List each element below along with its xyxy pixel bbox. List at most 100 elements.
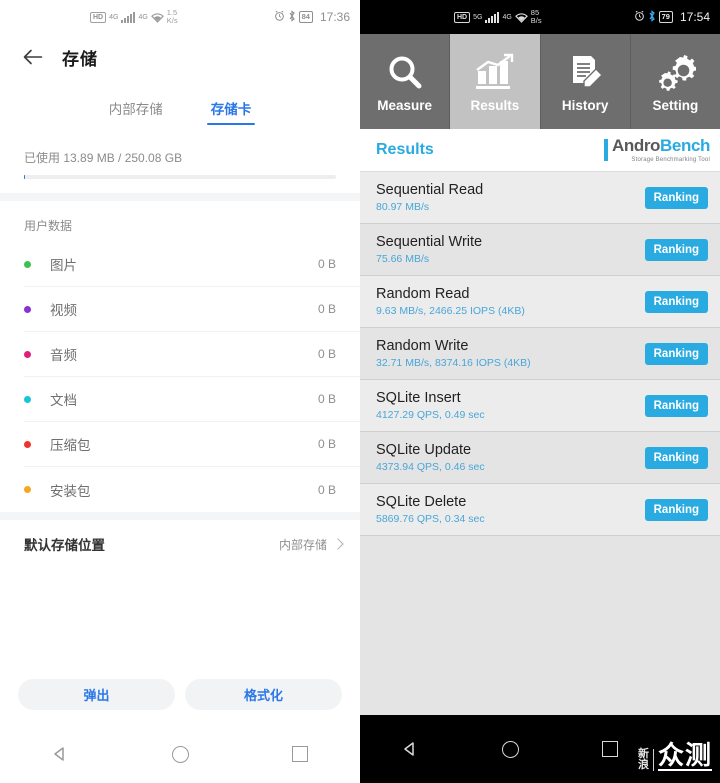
list-item[interactable]: 文档 0 B: [24, 377, 360, 422]
ranking-button[interactable]: Ranking: [644, 238, 708, 261]
result-name: Random Write: [376, 338, 469, 354]
storage-usage-text: 已使用 13.89 MB / 250.08 GB: [24, 151, 183, 165]
benchmark-results-list: Sequential Read 80.97 MB/s Ranking Seque…: [360, 172, 720, 536]
category-color-dot: [24, 260, 31, 268]
home-circle-icon[interactable]: [489, 728, 531, 770]
format-button[interactable]: 格式化: [185, 679, 342, 710]
tab-label: History: [561, 98, 609, 113]
list-item-value: 0 B: [317, 482, 336, 497]
back-arrow-icon[interactable]: [22, 46, 44, 68]
tab-label: Setting: [652, 98, 699, 113]
watermark-char-2: 浪: [637, 759, 649, 771]
watermark-sina-zhongce: 新 浪 众测: [638, 742, 712, 771]
page-title: 存储: [62, 49, 98, 69]
ranking-button[interactable]: Ranking: [644, 394, 708, 417]
list-item[interactable]: 安装包 0 B: [24, 467, 360, 512]
left-system-navbar: [0, 725, 360, 783]
list-item-value: 0 B: [317, 437, 336, 451]
network-speed: 85 B/s: [530, 8, 542, 25]
left-status-icons: HD 4G 4G 1.5 K/s: [89, 8, 178, 25]
back-triangle-icon[interactable]: [389, 728, 431, 770]
result-row[interactable]: SQLite Update 4373.94 QPS, 0.46 sec Rank…: [360, 432, 720, 484]
right-status-right: 79 17:54: [634, 9, 710, 25]
progress-fill: [24, 175, 25, 179]
list-item-value: 0 B: [317, 302, 336, 316]
wifi-icon: [514, 12, 528, 23]
result-value: 80.97 MB/s: [376, 201, 430, 213]
result-name: SQLite Update: [376, 442, 472, 458]
tab-history[interactable]: History: [541, 34, 631, 129]
result-name: SQLite Delete: [376, 494, 467, 510]
list-item-label: 音频: [50, 348, 77, 363]
category-color-dot: [24, 440, 31, 448]
storage-action-buttons: 弹出 格式化: [0, 679, 360, 710]
result-row[interactable]: Random Read 9.63 MB/s, 2466.25 IOPS (4KB…: [360, 276, 720, 328]
document-pen-icon: [565, 50, 605, 96]
right-screen-androbench: HD 5G 4G 85 B/s 79 17:54 Measure Results…: [360, 0, 720, 783]
home-circle-icon[interactable]: [159, 733, 201, 775]
ranking-button[interactable]: Ranking: [644, 446, 708, 469]
category-color-dot: [24, 395, 31, 403]
section-divider-2: [0, 512, 360, 520]
tab-internal-storage[interactable]: 内部存储: [109, 98, 163, 125]
list-item[interactable]: 图片 0 B: [24, 242, 360, 287]
list-item-label: 文档: [50, 393, 77, 408]
result-row[interactable]: SQLite Delete 5869.76 QPS, 0.34 sec Rank…: [360, 484, 720, 536]
storage-usage-progressbar: [24, 175, 336, 179]
battery-icon: 84: [298, 11, 313, 23]
list-item-label: 安装包: [50, 483, 91, 499]
androbench-logo: AndroBench Storage Benchmarking Tool: [603, 136, 710, 163]
gears-icon: [654, 50, 697, 96]
bar-chart-icon: [474, 50, 516, 96]
list-item-value: 0 B: [317, 257, 336, 271]
logo-subtitle: Storage Benchmarking Tool: [631, 157, 710, 163]
list-item-label: 压缩包: [50, 438, 91, 453]
androbench-tabbar: Measure Results History Setting: [360, 34, 720, 129]
section-divider: [0, 193, 360, 201]
battery-icon: 79: [658, 11, 673, 23]
list-item[interactable]: 音频 0 B: [24, 332, 360, 377]
left-status-bar: HD 4G 4G 1.5 K/s 84 17:36: [0, 0, 360, 34]
signal-bars-icon: [121, 11, 136, 23]
eject-button[interactable]: 弹出: [18, 679, 175, 710]
tab-measure[interactable]: Measure: [360, 34, 451, 129]
default-location-value: 内部存储: [278, 537, 327, 552]
network-speed: 1.5 K/s: [166, 8, 178, 25]
recents-square-icon[interactable]: [589, 728, 631, 770]
result-value: 4373.94 QPS, 0.46 sec: [376, 461, 485, 473]
bluetooth-icon: [648, 9, 656, 25]
user-data-list: 图片 0 B 视频 0 B 音频 0 B 文档 0 B 压缩包 0 B 安装包 …: [0, 242, 360, 512]
right-status-icons: HD 5G 4G 85 B/s: [453, 8, 542, 25]
signal-bars-icon: [485, 11, 500, 23]
category-color-dot: [24, 350, 31, 358]
result-row[interactable]: Sequential Read 80.97 MB/s Ranking: [360, 172, 720, 224]
ranking-button[interactable]: Ranking: [644, 186, 708, 209]
result-value: 32.71 MB/s, 8374.16 IOPS (4KB): [376, 357, 531, 369]
left-screen-storage-settings: HD 4G 4G 1.5 K/s 84 17:36 存储 内部存储 存储卡 已使…: [0, 0, 360, 783]
right-system-navbar: 新 浪 众测: [360, 715, 720, 783]
back-triangle-icon[interactable]: [39, 733, 81, 775]
list-item-label: 视频: [50, 303, 77, 318]
dual-screenshot: HD 4G 4G 1.5 K/s 84 17:36 存储 内部存储 存储卡 已使…: [0, 0, 720, 783]
tab-setting[interactable]: Setting: [631, 34, 720, 129]
tab-results[interactable]: Results: [450, 34, 541, 129]
status-clock: 17:36: [319, 10, 350, 24]
list-item[interactable]: 视频 0 B: [24, 287, 360, 332]
logo-wordmark: AndroBench: [612, 136, 710, 155]
result-value: 75.66 MB/s: [376, 253, 430, 265]
ranking-button[interactable]: Ranking: [644, 498, 708, 521]
tab-sd-card[interactable]: 存储卡: [206, 98, 255, 125]
results-title: Results: [376, 141, 434, 158]
recents-square-icon[interactable]: [279, 733, 321, 775]
list-item-value: 0 B: [317, 347, 336, 361]
hd-icon: HD: [89, 11, 107, 23]
default-storage-location-row[interactable]: 默认存储位置 内部存储: [0, 520, 360, 568]
alarm-icon: [634, 10, 645, 24]
result-row[interactable]: Random Write 32.71 MB/s, 8374.16 IOPS (4…: [360, 328, 720, 380]
ranking-button[interactable]: Ranking: [644, 290, 708, 313]
network-generation-label-2: 4G: [138, 13, 148, 21]
result-row[interactable]: Sequential Write 75.66 MB/s Ranking: [360, 224, 720, 276]
ranking-button[interactable]: Ranking: [644, 342, 708, 365]
result-row[interactable]: SQLite Insert 4127.29 QPS, 0.49 sec Rank…: [360, 380, 720, 432]
list-item[interactable]: 压缩包 0 B: [24, 422, 360, 467]
